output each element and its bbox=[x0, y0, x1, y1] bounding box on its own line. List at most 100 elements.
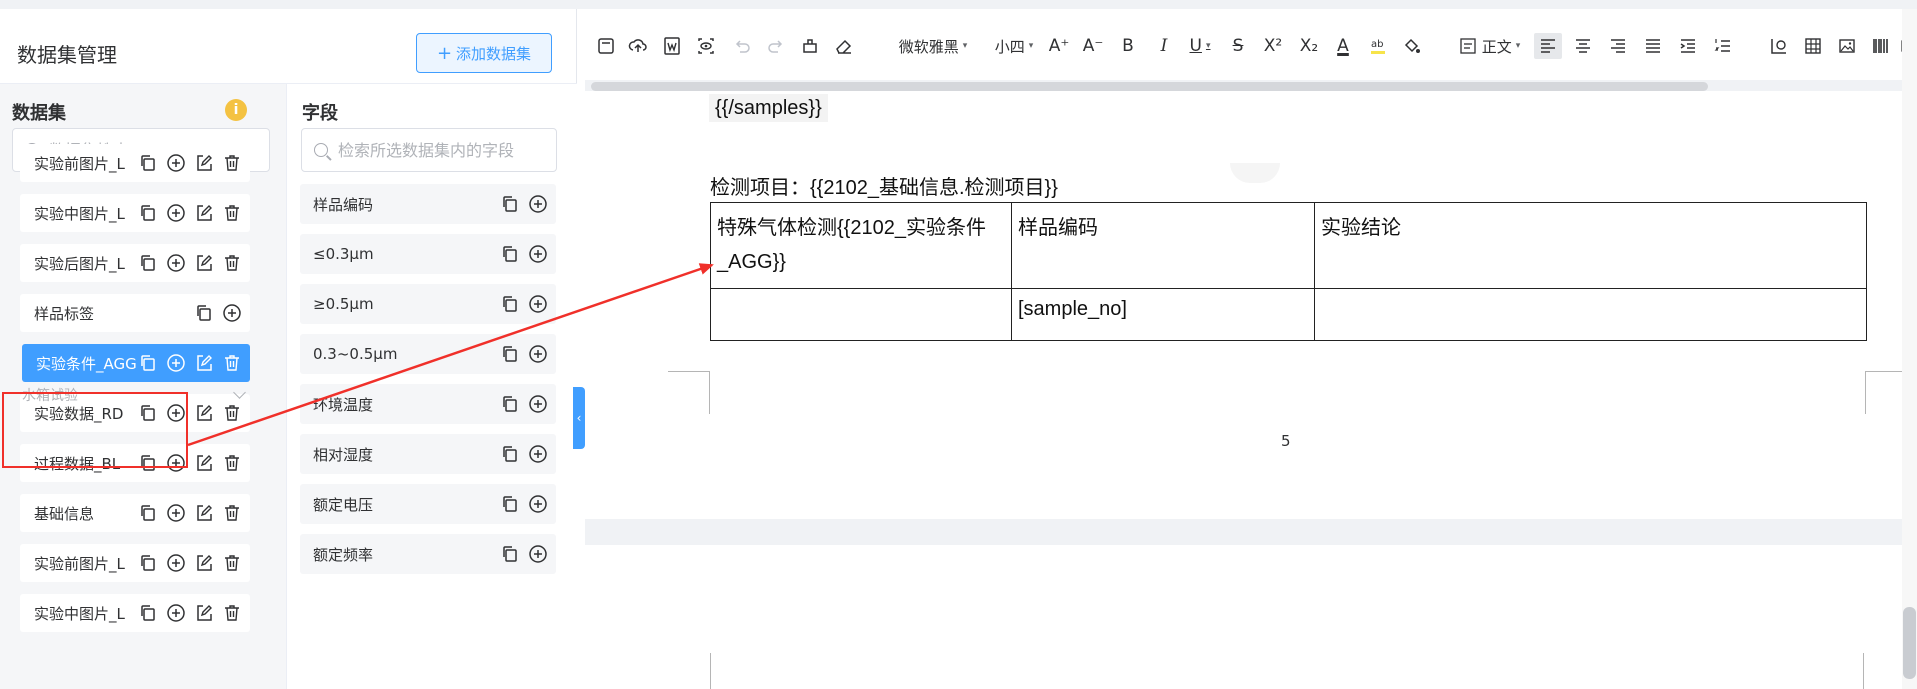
dataset-item-selected[interactable]: 实验条件_AGG bbox=[22, 344, 250, 382]
collapse-panel-toggle[interactable]: ‹ bbox=[573, 387, 585, 449]
field-item[interactable]: 相对湿度 bbox=[300, 434, 556, 474]
copy-icon[interactable] bbox=[498, 342, 522, 366]
copy-icon[interactable] bbox=[136, 601, 160, 625]
cloud-upload-icon[interactable] bbox=[625, 33, 651, 59]
edit-icon[interactable] bbox=[192, 401, 216, 425]
add-circle-icon[interactable] bbox=[164, 451, 188, 475]
vertical-scrollbar-thumb[interactable] bbox=[1903, 607, 1916, 679]
add-circle-icon[interactable] bbox=[526, 442, 550, 466]
table-cell[interactable]: 实验结论 bbox=[1314, 202, 1867, 289]
table-cell[interactable] bbox=[710, 288, 1012, 341]
add-circle-icon[interactable] bbox=[526, 542, 550, 566]
field-item[interactable]: 额定电压 bbox=[300, 484, 556, 524]
field-item[interactable]: 0.3~0.5μm bbox=[300, 334, 556, 374]
delete-icon[interactable] bbox=[220, 201, 244, 225]
add-circle-icon[interactable] bbox=[164, 351, 188, 375]
add-circle-icon[interactable] bbox=[526, 242, 550, 266]
delete-icon[interactable] bbox=[220, 451, 244, 475]
preview-icon[interactable] bbox=[693, 33, 719, 59]
chart-icon[interactable] bbox=[1765, 33, 1793, 59]
edit-icon[interactable] bbox=[192, 501, 216, 525]
ordered-list-icon[interactable] bbox=[1709, 33, 1737, 59]
document-page-next[interactable] bbox=[585, 545, 1902, 689]
highlight-icon[interactable]: ab bbox=[1365, 33, 1391, 59]
vertical-scrollbar-track[interactable] bbox=[1902, 9, 1917, 689]
format-painter-icon[interactable] bbox=[797, 33, 823, 59]
add-circle-icon[interactable] bbox=[164, 151, 188, 175]
undo-icon[interactable] bbox=[729, 33, 755, 59]
table-cell[interactable]: 样品编码 bbox=[1011, 202, 1315, 289]
edit-icon[interactable] bbox=[192, 551, 216, 575]
delete-icon[interactable] bbox=[220, 151, 244, 175]
align-left-icon[interactable] bbox=[1534, 33, 1562, 59]
table-icon[interactable] bbox=[1799, 33, 1827, 59]
delete-icon[interactable] bbox=[220, 351, 244, 375]
font-family-select[interactable]: 微软雅黑 ▾ bbox=[887, 33, 979, 59]
bold-icon[interactable]: B bbox=[1115, 33, 1141, 59]
add-circle-icon[interactable] bbox=[526, 342, 550, 366]
document-table[interactable]: 特殊气体检测{{2102_实验条件_AGG}} 样品编码 实验结论 [sampl… bbox=[710, 202, 1867, 341]
add-circle-icon[interactable] bbox=[526, 492, 550, 516]
dataset-item[interactable]: 实验前图片_L bbox=[20, 144, 250, 182]
align-center-icon[interactable] bbox=[1569, 33, 1597, 59]
copy-icon[interactable] bbox=[136, 151, 160, 175]
delete-icon[interactable] bbox=[220, 401, 244, 425]
add-circle-icon[interactable] bbox=[526, 392, 550, 416]
delete-icon[interactable] bbox=[220, 251, 244, 275]
copy-icon[interactable] bbox=[136, 501, 160, 525]
fill-color-icon[interactable] bbox=[1399, 33, 1425, 59]
save-icon[interactable] bbox=[593, 33, 619, 59]
italic-icon[interactable]: I bbox=[1151, 33, 1177, 59]
table-cell[interactable] bbox=[1314, 288, 1867, 341]
table-cell[interactable]: 特殊气体检测{{2102_实验条件_AGG}} bbox=[710, 202, 1012, 289]
edit-icon[interactable] bbox=[192, 251, 216, 275]
add-circle-icon[interactable] bbox=[164, 601, 188, 625]
copy-icon[interactable] bbox=[136, 201, 160, 225]
dataset-item[interactable]: 样品标签 bbox=[20, 294, 250, 332]
copy-icon[interactable] bbox=[498, 192, 522, 216]
copy-icon[interactable] bbox=[498, 542, 522, 566]
underline-icon[interactable]: U ▾ bbox=[1181, 33, 1219, 59]
add-circle-icon[interactable] bbox=[526, 192, 550, 216]
superscript-icon[interactable]: X² bbox=[1259, 33, 1287, 59]
field-search[interactable] bbox=[301, 128, 557, 172]
copy-icon[interactable] bbox=[498, 242, 522, 266]
add-circle-icon[interactable] bbox=[164, 401, 188, 425]
add-circle-icon[interactable] bbox=[526, 292, 550, 316]
copy-icon[interactable] bbox=[498, 292, 522, 316]
paragraph-style-select[interactable]: 正文 ▾ bbox=[1449, 33, 1529, 59]
document-page[interactable]: {{/samples}} 检测项目：{{2102_基础信息.检测项目}} 特殊气… bbox=[585, 91, 1903, 519]
align-right-icon[interactable] bbox=[1604, 33, 1632, 59]
dataset-item[interactable]: 过程数据_BL bbox=[20, 444, 250, 482]
copy-icon[interactable] bbox=[192, 301, 216, 325]
eraser-icon[interactable] bbox=[831, 33, 857, 59]
increase-font-icon[interactable]: A⁺ bbox=[1045, 33, 1073, 59]
copy-icon[interactable] bbox=[136, 351, 160, 375]
table-cell[interactable]: [sample_no] bbox=[1011, 288, 1315, 341]
add-circle-icon[interactable] bbox=[164, 551, 188, 575]
field-item[interactable]: 额定频率 bbox=[300, 534, 556, 574]
field-item[interactable]: 环境温度 bbox=[300, 384, 556, 424]
edit-icon[interactable] bbox=[192, 351, 216, 375]
add-circle-icon[interactable] bbox=[164, 251, 188, 275]
copy-icon[interactable] bbox=[498, 392, 522, 416]
edit-icon[interactable] bbox=[192, 151, 216, 175]
horizontal-scrollbar[interactable] bbox=[591, 82, 1708, 91]
strikethrough-icon[interactable]: S bbox=[1225, 33, 1251, 59]
add-circle-icon[interactable] bbox=[164, 501, 188, 525]
dataset-item[interactable]: 实验中图片_L bbox=[20, 594, 250, 632]
field-item[interactable]: ≤0.3μm bbox=[300, 234, 556, 274]
decrease-font-icon[interactable]: A⁻ bbox=[1079, 33, 1107, 59]
dataset-item[interactable]: 基础信息 bbox=[20, 494, 250, 532]
field-item[interactable]: ≥0.5μm bbox=[300, 284, 556, 324]
copy-icon[interactable] bbox=[498, 492, 522, 516]
dataset-item[interactable]: 实验后图片_L bbox=[20, 244, 250, 282]
indent-icon[interactable] bbox=[1674, 33, 1702, 59]
dataset-group-label[interactable]: 水箱试验 bbox=[22, 385, 78, 405]
field-item[interactable]: 样品编码 bbox=[300, 184, 556, 224]
redo-icon[interactable] bbox=[763, 33, 789, 59]
align-justify-icon[interactable] bbox=[1639, 33, 1667, 59]
copy-icon[interactable] bbox=[498, 442, 522, 466]
edit-icon[interactable] bbox=[192, 601, 216, 625]
font-color-icon[interactable]: A bbox=[1330, 33, 1356, 59]
